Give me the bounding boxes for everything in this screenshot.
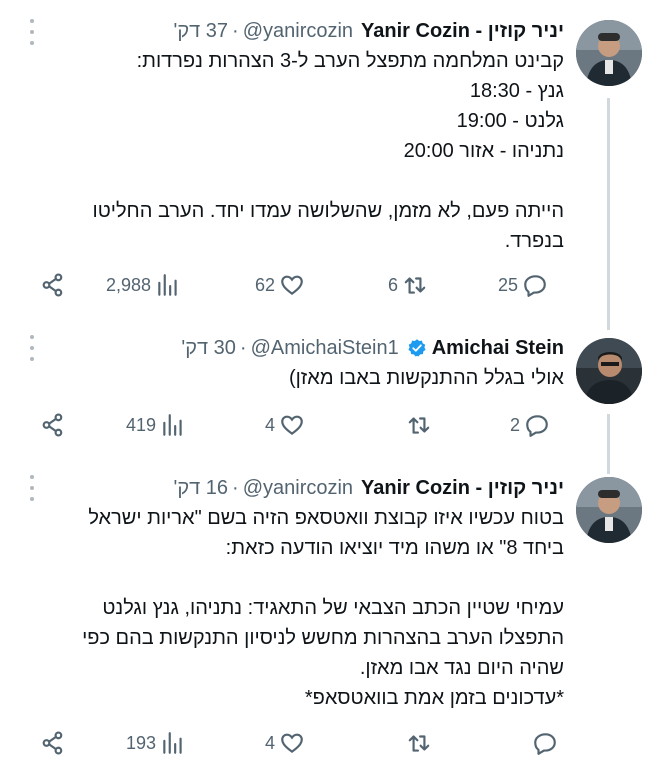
like-button[interactable]: 62 — [255, 270, 305, 300]
likes-count: 4 — [265, 732, 276, 753]
reply-icon — [524, 275, 546, 297]
author-handle[interactable]: @AmichaiStein1 — [251, 337, 399, 360]
tweet-text: אולי בגלל ההתנקשות באבו מאזן) — [288, 367, 564, 389]
share-icon — [42, 731, 63, 755]
tweet[interactable]: Amichai Stein @AmichaiStein1 · 30 דק' או… — [0, 330, 664, 460]
retweet-icon — [408, 735, 430, 752]
views-button[interactable]: 2,988 — [106, 270, 181, 300]
retweet-button[interactable] — [402, 410, 432, 440]
retweets-count: 6 — [388, 274, 399, 295]
views-button[interactable]: 193 — [126, 728, 186, 758]
timestamp[interactable]: 30 דק' — [181, 337, 236, 360]
views-count: 193 — [126, 732, 157, 753]
action-bar: 2,988 62 6 25 — [0, 270, 664, 300]
reply-icon — [526, 415, 548, 437]
more-options-icon[interactable] — [22, 475, 42, 501]
verified-badge-icon — [408, 339, 426, 357]
views-icon — [158, 274, 177, 296]
timestamp[interactable]: 16 דק' — [174, 477, 229, 500]
reply-icon — [534, 733, 556, 755]
views-icon — [163, 732, 182, 754]
separator-dot: · — [239, 336, 247, 359]
timestamp[interactable]: 37 דק' — [174, 20, 229, 43]
separator-dot: · — [232, 19, 239, 42]
views-icon — [163, 414, 182, 436]
share-button[interactable] — [40, 270, 66, 300]
tweet-text: קבינט המלחמה מתפצל הערב ל-3 הצהרות נפרדו… — [92, 50, 564, 252]
like-icon — [281, 415, 303, 436]
avatar[interactable] — [576, 477, 642, 543]
retweet-icon — [408, 417, 430, 434]
views-button[interactable]: 419 — [126, 410, 186, 440]
author-handle[interactable]: @yanircozin — [243, 477, 353, 500]
replies-count: 2 — [510, 414, 521, 435]
share-button[interactable] — [40, 410, 66, 440]
tweet-text: בטוח עכשיו איזו קבוצת וואטסאפ הזיה בשם "… — [82, 507, 564, 709]
like-icon — [281, 275, 303, 296]
separator-dot: · — [232, 476, 239, 499]
replies-count: 25 — [498, 274, 519, 295]
reply-button[interactable]: 2 — [510, 410, 550, 440]
retweet-icon — [404, 277, 426, 294]
retweet-button[interactable] — [402, 728, 432, 758]
tweet[interactable]: יניר קוזין - Yanir Cozin @yanircozin · 3… — [0, 0, 664, 320]
reply-button[interactable] — [528, 728, 558, 758]
views-count: 419 — [126, 414, 157, 435]
likes-count: 4 — [265, 414, 276, 435]
avatar[interactable] — [576, 20, 642, 86]
like-button[interactable]: 4 — [265, 728, 305, 758]
share-icon — [42, 273, 63, 297]
action-bar: 419 4 2 — [0, 410, 664, 440]
more-options-icon[interactable] — [22, 335, 42, 361]
avatar[interactable] — [576, 338, 642, 404]
author-name[interactable]: יניר קוזין - Yanir Cozin — [361, 20, 564, 43]
author-name[interactable]: Amichai Stein — [432, 337, 564, 360]
likes-count: 62 — [255, 274, 276, 295]
author-name[interactable]: יניר קוזין - Yanir Cozin — [361, 477, 564, 500]
tweet[interactable]: יניר קוזין - Yanir Cozin @yanircozin · 1… — [0, 470, 664, 769]
like-button[interactable]: 4 — [265, 410, 305, 440]
author-handle[interactable]: @yanircozin — [243, 20, 353, 43]
retweet-button[interactable]: 6 — [388, 270, 428, 300]
share-icon — [42, 413, 63, 437]
share-button[interactable] — [40, 728, 66, 758]
views-count: 2,988 — [106, 274, 152, 295]
action-bar: 193 4 — [0, 728, 664, 758]
more-options-icon[interactable] — [22, 19, 42, 45]
reply-button[interactable]: 25 — [498, 270, 548, 300]
like-icon — [281, 733, 303, 754]
